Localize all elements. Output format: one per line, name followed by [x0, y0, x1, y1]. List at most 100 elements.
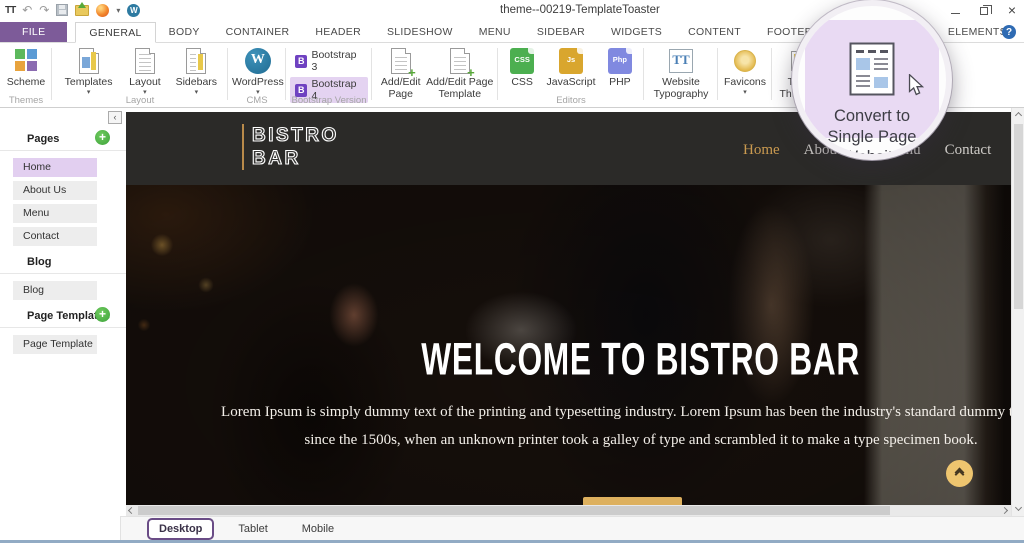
sidebar-item-home[interactable]: Home [13, 158, 97, 177]
templates-icon [78, 47, 99, 74]
window-title: theme--00219-TemplateToaster [500, 4, 660, 16]
group-label-bootstrap-version: Bootstrap Version [291, 95, 367, 106]
add-page-button[interactable]: + [95, 130, 110, 145]
window-controls: × [950, 2, 1016, 18]
section-header-pages: Pages + [0, 127, 126, 151]
sidebars-button[interactable]: Sidebars ▾ [169, 46, 224, 97]
nav-link-home[interactable]: Home [743, 142, 780, 159]
favicons-dropdown-icon: ▾ [743, 89, 747, 97]
site-logo: BISTRO BAR [242, 124, 339, 170]
help-icon[interactable]: ? [1002, 25, 1016, 39]
bootstrap3-button[interactable]: B Bootstrap 3 [290, 48, 368, 74]
section-header-page-templates: Page Templates + [0, 304, 126, 328]
vertical-scroll-thumb[interactable] [1014, 124, 1023, 309]
scheme-button[interactable]: Scheme [4, 46, 48, 88]
bootstrap-icon: B [295, 54, 308, 68]
tab-body[interactable]: BODY [156, 22, 213, 42]
group-label-editors: Editors [556, 95, 586, 106]
sidebar-item-about-us[interactable]: About Us [13, 181, 97, 200]
undo-icon[interactable]: ↶ [22, 3, 32, 17]
hero-title: WELCOME TO BISTRO BAR [421, 334, 861, 385]
device-tab-tablet[interactable]: Tablet [228, 520, 277, 538]
tab-file[interactable]: FILE [0, 22, 68, 42]
php-editor-button[interactable]: Php PHP [600, 46, 640, 88]
php-icon: Php [607, 47, 632, 74]
sidebar-collapse-icon[interactable]: ‹ [108, 111, 122, 124]
tab-header[interactable]: HEADER [302, 22, 374, 42]
sidebar-item-blog[interactable]: Blog [13, 281, 97, 300]
wordpress-button[interactable]: W WordPress ▾ [232, 46, 284, 97]
ribbon-group-favicons: Favicons ▾ [718, 43, 772, 107]
typography-icon: TT [669, 48, 693, 73]
website-preview: BISTRO BAR Home About Us Menu Contact Bl… [126, 108, 1011, 505]
hero-photo: WELCOME TO BISTRO BAR Lorem Ipsum is sim… [126, 185, 1011, 505]
tab-content[interactable]: CONTENT [675, 22, 754, 42]
layout-icon [134, 47, 155, 74]
layout-button[interactable]: Layout ▾ [121, 46, 168, 97]
scroll-left-icon[interactable] [127, 506, 136, 515]
tab-sidebar[interactable]: SIDEBAR [524, 22, 598, 42]
save-icon[interactable] [56, 4, 69, 16]
ribbon-group-typography: TT Website Typography [644, 43, 718, 107]
redo-icon[interactable]: ↷ [39, 3, 49, 17]
add-edit-page-button[interactable]: + Add/Edit Page [376, 46, 425, 100]
group-label-themes: Themes [8, 95, 44, 106]
mouse-cursor [908, 73, 925, 101]
restore-button[interactable] [979, 5, 992, 15]
minimize-button[interactable] [950, 13, 960, 14]
templatetoaster-icon[interactable]: TT [5, 5, 16, 16]
ribbon-group-layout: Templates ▾ Layout ▾ Sidebars ▾ Layout [52, 43, 228, 107]
group-label-layout: Layout [125, 95, 155, 106]
browser-dropdown-icon[interactable]: ▾ [116, 6, 120, 15]
scheme-icon [14, 49, 38, 72]
add-page-icon: + [390, 47, 416, 79]
nav-link-contact[interactable]: Contact [945, 142, 992, 159]
css-icon: CSS [510, 47, 535, 74]
css-editor-button[interactable]: CSS CSS [502, 46, 542, 88]
group-label-cms: CMS [246, 95, 268, 106]
vertical-scrollbar[interactable] [1011, 108, 1024, 516]
scroll-down-icon[interactable] [1014, 503, 1023, 512]
export-icon[interactable] [75, 1, 90, 16]
tab-widgets[interactable]: WIDGETS [598, 22, 675, 42]
browser-preview-icon[interactable] [96, 3, 110, 17]
device-tab-mobile[interactable]: Mobile [292, 520, 344, 538]
ribbon-group-cms: W WordPress ▾ CMS [228, 43, 286, 107]
device-tab-desktop[interactable]: Desktop [147, 517, 215, 540]
javascript-icon: Js [559, 47, 583, 74]
favicons-icon [734, 49, 756, 72]
close-button[interactable]: × [1008, 3, 1016, 17]
hero-content: WELCOME TO BISTRO BAR Lorem Ipsum is sim… [126, 185, 1011, 505]
quick-access-toolbar: TT ↶ ↷ ▾ W [5, 1, 141, 17]
wordpress-icon: W [244, 47, 271, 74]
scroll-right-icon[interactable] [1000, 506, 1009, 515]
magnifier-callout: Convert to Single Page Website [792, 0, 952, 160]
add-page-template-button[interactable]: + [95, 307, 110, 322]
tab-menu[interactable]: MENU [466, 22, 524, 42]
back-to-top-button[interactable] [946, 460, 973, 487]
tab-general[interactable]: GENERAL [75, 22, 156, 43]
sidebar-item-contact[interactable]: Contact [13, 227, 97, 246]
ribbon-group-pages: + Add/Edit Page + Add/Edit Page Template [372, 43, 498, 107]
website-typography-button[interactable]: TT Website Typography [648, 46, 714, 100]
horizontal-scroll-thumb[interactable] [138, 506, 890, 515]
horizontal-scrollbar[interactable] [126, 505, 1011, 516]
sidebar-item-page-template[interactable]: Page Template [13, 335, 97, 354]
scroll-up-icon[interactable] [1014, 111, 1023, 120]
hero-cta-button[interactable] [583, 497, 682, 505]
templates-button[interactable]: Templates ▾ [56, 46, 121, 97]
javascript-editor-button[interactable]: Js JavaScript [542, 46, 600, 88]
hero-paragraph: Lorem Ipsum is simply dummy text of the … [221, 404, 1011, 448]
tab-slideshow[interactable]: SLIDESHOW [374, 22, 466, 42]
add-edit-page-template-button[interactable]: + Add/Edit Page Template [425, 46, 494, 100]
favicons-button[interactable]: Favicons ▾ [722, 46, 768, 97]
ribbon-group-bootstrap-version: B Bootstrap 3 B Bootstrap 4 Bootstrap Ve… [286, 43, 372, 107]
ribbon-group-themes: Scheme Themes [0, 43, 52, 107]
convert-single-page-label: Convert to Single Page Website [827, 107, 917, 160]
sidebar-item-menu[interactable]: Menu [13, 204, 97, 223]
convert-single-page-icon [849, 42, 895, 101]
tab-container[interactable]: CONTAINER [213, 22, 303, 42]
ribbon-group-editors: CSS CSS Js JavaScript Php PHP Editors [498, 43, 644, 107]
sidebars-icon [186, 47, 207, 74]
wordpress-quick-icon[interactable]: W [127, 3, 141, 17]
